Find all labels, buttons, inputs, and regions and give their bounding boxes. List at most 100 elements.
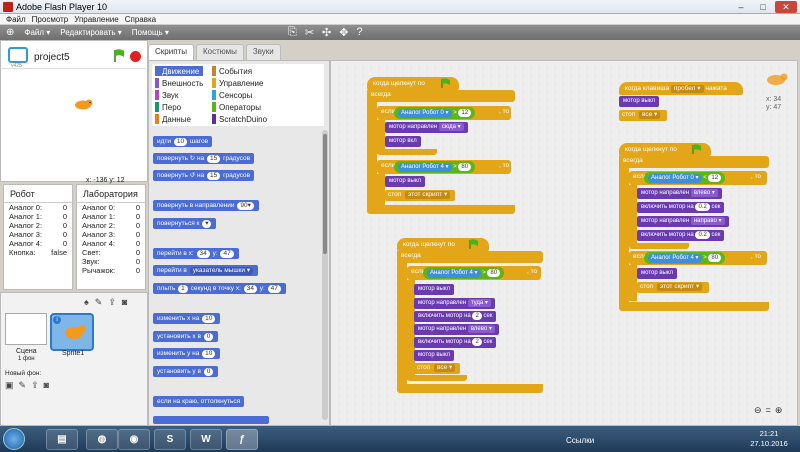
s1-forever[interactable]: всегда [367, 90, 515, 102]
zoom-in-icon[interactable]: ⊕ [775, 405, 783, 416]
s4-motor-dir-left[interactable]: мотор направлен влево ▾ [414, 324, 499, 335]
info-icon[interactable]: i [53, 316, 61, 324]
s4-motor-on-time1[interactable]: включить мотор на 2 сек [414, 311, 497, 322]
category-looks[interactable]: Внешность [155, 78, 203, 88]
help-menu[interactable]: Помощь ▾ [132, 28, 169, 37]
s1-motor-direction[interactable]: мотор направлен сюда ▾ [385, 122, 468, 133]
s3-motor-on-time1[interactable]: включить мотор на 0.2 сек [637, 202, 725, 213]
category-data[interactable]: Данные [155, 114, 191, 124]
backdrop-library-icon[interactable]: ▣ [5, 380, 14, 391]
s2-hat-block[interactable]: когда клавиша пробел ▾ нажата [619, 82, 743, 95]
s4-motor-dir-there[interactable]: мотор направлен туда ▾ [414, 298, 495, 309]
block-goto-xy[interactable]: перейти в х: 34 у: 47 [153, 248, 239, 259]
globe-icon[interactable]: ⊕ [6, 27, 14, 38]
file-menu[interactable]: Файл ▾ [24, 28, 50, 37]
stop-button[interactable] [130, 51, 141, 62]
block-bounce[interactable]: если на краю, оттолкнуться [153, 396, 245, 407]
menu-help[interactable]: Справка [125, 15, 156, 24]
s3-motor-on-time2[interactable]: включить мотор на 0.2 сек [637, 230, 725, 241]
edit-menu[interactable]: Редактировать ▾ [60, 28, 122, 37]
s3-if2-condition[interactable]: Аналог Робот 4 ▾ > 80 [644, 252, 726, 264]
close-icon[interactable]: ✕ [775, 1, 797, 13]
block-point-towards[interactable]: повернуться к ▾ [153, 218, 217, 229]
stage-thumbnail[interactable] [5, 313, 47, 345]
category-events[interactable]: События [212, 66, 252, 76]
tab-costumes[interactable]: Костюмы [195, 44, 244, 60]
taskbar-skype[interactable]: S [154, 429, 186, 450]
backdrop-upload-icon[interactable]: ⇪ [31, 380, 39, 391]
tab-scripts[interactable]: Скрипты [148, 44, 194, 60]
s2-stop[interactable]: стоп все ▾ [619, 110, 667, 121]
paint-sprite-icon[interactable]: ♠ [84, 297, 89, 308]
block-change-y[interactable]: изменить у на 10 [153, 348, 221, 359]
green-flag-icon[interactable] [112, 49, 126, 63]
s2-motor-off[interactable]: мотор выкл [619, 96, 660, 107]
palette-scroll-thumb[interactable] [323, 134, 327, 254]
menu-control[interactable]: Управление [74, 15, 118, 24]
grow-icon[interactable]: ✣ [322, 26, 331, 39]
menu-file[interactable]: Файл [6, 15, 26, 24]
block-move-steps[interactable]: идти 10 шагов [153, 136, 213, 147]
project-name[interactable]: project5 [34, 52, 70, 63]
maximize-icon[interactable]: □ [752, 1, 774, 13]
upload-sprite-icon[interactable]: ⇪ [108, 297, 116, 308]
block-change-x[interactable]: изменить х на 10 [153, 313, 221, 324]
s4-motor-off2[interactable]: мотор выкл [414, 350, 455, 361]
start-button[interactable] [3, 428, 25, 450]
s3-motor-dir-right[interactable]: мотор направлен направо ▾ [637, 216, 729, 227]
shrink-icon[interactable]: ✥ [339, 26, 348, 39]
s4-forever[interactable]: всегда [397, 251, 543, 263]
category-operators[interactable]: Операторы [212, 102, 261, 112]
tab-sounds[interactable]: Звуки [245, 44, 281, 60]
s3-stop[interactable]: стоп этот скрипт ▾ [637, 282, 709, 293]
block-turn-left[interactable]: повернуть ↺ на 15 градусов [153, 170, 255, 181]
block-point-direction[interactable]: повернуть в направлении 90▾ [153, 200, 259, 211]
block-glide[interactable]: плыть 1 секунд в точку х: 34 у: 47 [153, 283, 286, 294]
category-motion[interactable]: Движение [155, 66, 204, 76]
fullscreen-icon[interactable] [8, 47, 28, 63]
category-scratchduino[interactable]: ScratchDuino [212, 114, 267, 124]
taskbar-word[interactable]: W [190, 429, 222, 450]
help-icon[interactable]: ? [356, 26, 362, 39]
taskbar-flash[interactable]: ƒ [226, 429, 258, 450]
block-turn-right[interactable]: повернуть ↻ на 15 градусов [153, 153, 255, 164]
s1-if1-condition[interactable]: Аналог Робот 0 ▾ > 12 [394, 107, 476, 119]
s3-forever[interactable]: всегда [619, 156, 769, 168]
s1-stop[interactable]: стоп этот скрипт ▾ [385, 190, 455, 201]
s3-motor-dir-left[interactable]: мотор направлен влево ▾ [637, 188, 722, 199]
taskbar-chrome[interactable]: ◉ [118, 429, 150, 450]
taskbar-explorer[interactable]: ▤ [46, 429, 78, 450]
backdrop-camera-icon[interactable]: ◙ [44, 380, 49, 391]
menu-view[interactable]: Просмотр [32, 15, 69, 24]
s1-motor-on[interactable]: мотор вкл [385, 136, 421, 147]
sprite1-thumbnail[interactable]: i [50, 313, 94, 351]
backdrop-paint-icon[interactable]: ✎ [19, 380, 27, 391]
s1-motor-off[interactable]: мотор выкл [385, 176, 426, 187]
cat-sprite-icon[interactable] [72, 99, 94, 111]
zoom-reset-icon[interactable]: = [766, 405, 771, 416]
stage-canvas[interactable] [2, 68, 146, 174]
s3-if1-condition[interactable]: Аналог Робот 0 ▾ < 12 [644, 172, 726, 184]
category-sound[interactable]: Звук [155, 90, 178, 100]
brush-icon[interactable]: ✎ [95, 297, 103, 308]
block-set-x[interactable]: установить х в 0 [153, 331, 219, 342]
category-pen[interactable]: Перо [155, 102, 181, 112]
category-control[interactable]: Управление [212, 78, 263, 88]
taskbar-media[interactable]: ◍ [86, 429, 118, 450]
delete-icon[interactable]: ✂ [305, 26, 314, 39]
category-sensing[interactable]: Сенсоры [212, 90, 252, 100]
s4-if1-condition[interactable]: Аналог Робот 4 ▾ > 80 [423, 267, 505, 279]
block-goto[interactable]: перейти в указатель мышки ▾ [153, 265, 259, 276]
minimize-icon[interactable]: – [730, 1, 752, 13]
block-partial[interactable] [153, 416, 269, 424]
camera-icon[interactable]: ◙ [122, 297, 127, 308]
s4-motor-on-time2[interactable]: включить мотор на 2 сек [414, 337, 497, 348]
tray-links[interactable]: Ссылки [566, 436, 594, 445]
s1-if2-condition[interactable]: Аналог Робот 4 ▾ > 80 [394, 161, 476, 173]
block-set-y[interactable]: установить у в 0 [153, 366, 219, 377]
zoom-out-icon[interactable]: ⊖ [754, 405, 762, 416]
s4-motor-off1[interactable]: мотор выкл [414, 284, 455, 295]
clock[interactable]: 21:21 27.10.2016 [748, 429, 790, 449]
s4-stop[interactable]: стоп все ▾ [414, 363, 460, 374]
duplicate-icon[interactable]: ⎘ [288, 26, 297, 39]
